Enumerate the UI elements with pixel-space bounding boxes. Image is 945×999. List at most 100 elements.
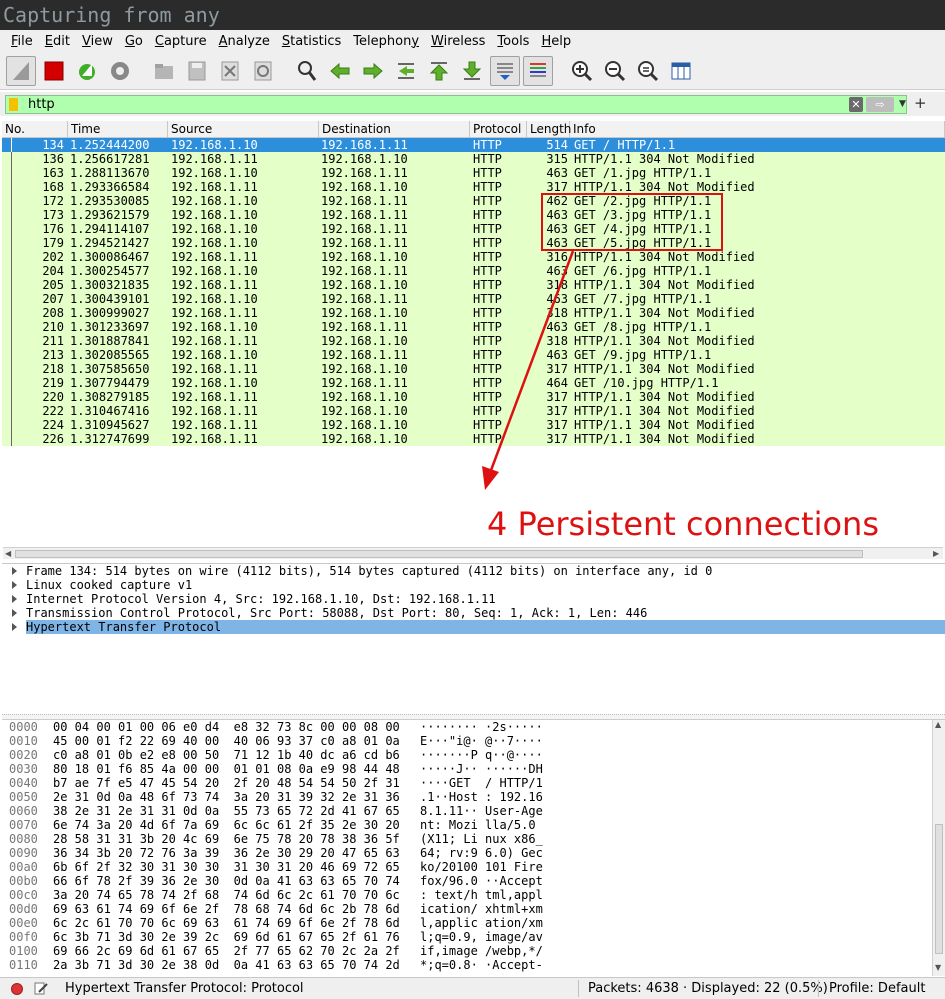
- menu-item[interactable]: Edit: [39, 34, 76, 49]
- close-file-icon[interactable]: [215, 56, 245, 86]
- column-header[interactable]: Source: [168, 121, 319, 138]
- go-to-packet-icon[interactable]: [391, 56, 421, 86]
- bytes-hex[interactable]: 66 6f 78 2f 39 36 2e 30 0d 0a 41 63 63 6…: [53, 874, 400, 888]
- bytes-off[interactable]: 00c0: [9, 888, 38, 902]
- open-file-icon[interactable]: [149, 56, 179, 86]
- scroll-left-icon[interactable]: ◀: [5, 549, 11, 558]
- zoom-in-icon[interactable]: [567, 56, 597, 86]
- menu-item[interactable]: Telephony: [347, 34, 425, 49]
- bytes-ascii[interactable]: ko/20100 101 Fire: [420, 860, 543, 874]
- bytes-off[interactable]: 00a0: [9, 860, 38, 874]
- bytes-ascii[interactable]: ·····J·· ······DH: [420, 762, 543, 776]
- auto-scroll-icon[interactable]: [490, 55, 520, 86]
- menu-item[interactable]: Statistics: [276, 34, 347, 49]
- menu-item[interactable]: Wireless: [425, 34, 491, 49]
- bytes-ascii[interactable]: ····GET / HTTP/1: [420, 776, 543, 790]
- bytes-off[interactable]: 00f0: [9, 930, 38, 944]
- bytes-off[interactable]: 0020: [9, 748, 38, 762]
- find-packet-icon[interactable]: [292, 56, 322, 86]
- bytes-vscrollbar[interactable]: ▲ ▼: [932, 720, 945, 976]
- scroll-up-icon[interactable]: ▲: [935, 720, 941, 729]
- bytes-off[interactable]: 0000: [9, 720, 38, 734]
- bytes-hex[interactable]: 38 2e 31 2e 31 31 0d 0a 55 73 65 72 2d 4…: [53, 804, 400, 818]
- expand-arrow-icon[interactable]: [12, 581, 17, 589]
- apply-filter-icon[interactable]: ⇨: [866, 97, 894, 112]
- column-header[interactable]: Time: [68, 121, 168, 138]
- go-last-icon[interactable]: [457, 56, 487, 86]
- bytes-ascii[interactable]: nt: Mozi lla/5.0: [420, 818, 543, 832]
- menu-item[interactable]: Go: [119, 34, 149, 49]
- bytes-hex[interactable]: 28 58 31 31 3b 20 4c 69 6e 75 78 20 78 3…: [53, 832, 400, 846]
- status-profile[interactable]: Profile: Default: [829, 981, 925, 996]
- bytes-hex[interactable]: c0 a8 01 0b e2 e8 00 50 71 12 1b 40 dc a…: [53, 748, 400, 762]
- bytes-ascii[interactable]: 8.1.11·· User-Age: [420, 804, 543, 818]
- bytes-hex[interactable]: 2e 31 0d 0a 48 6f 73 74 3a 20 31 39 32 2…: [53, 790, 400, 804]
- bytes-hex[interactable]: 3a 20 74 65 78 74 2f 68 74 6d 6c 2c 61 7…: [53, 888, 400, 902]
- bytes-off[interactable]: 0050: [9, 790, 38, 804]
- go-first-icon[interactable]: [424, 56, 454, 86]
- bytes-hex[interactable]: b7 ae 7f e5 47 45 54 20 2f 20 48 54 54 5…: [53, 776, 400, 790]
- column-header[interactable]: Info: [570, 121, 945, 138]
- colorize-icon[interactable]: [523, 55, 553, 86]
- bytes-ascii[interactable]: l,applic ation/xm: [420, 916, 543, 930]
- table-row[interactable]: 173 1.293621579 192.168.1.10 192.168.1.11 HT…: [2, 208, 945, 222]
- expand-arrow-icon[interactable]: [12, 567, 17, 575]
- capture-options-icon[interactable]: [105, 56, 135, 86]
- bytes-ascii[interactable]: : text/h tml,appl: [420, 888, 543, 902]
- bytes-ascii[interactable]: *;q=0.8· ·Accept-: [420, 958, 543, 972]
- bytes-hex[interactable]: 69 63 61 74 69 6f 6e 2f 78 68 74 6d 6c 2…: [53, 902, 400, 916]
- bytes-hex[interactable]: 69 66 2c 69 6d 61 67 65 2f 77 65 62 70 2…: [53, 944, 400, 958]
- detail-tree-item[interactable]: Linux cooked capture v1: [2, 578, 945, 592]
- hscroll-thumb[interactable]: [15, 550, 863, 558]
- table-row[interactable]: 163 1.288113670 192.168.1.10 192.168.1.11 HT…: [2, 166, 945, 180]
- bytes-off[interactable]: 0030: [9, 762, 38, 776]
- zoom-out-icon[interactable]: [600, 56, 630, 86]
- table-row[interactable]: 176 1.294114107 192.168.1.10 192.168.1.11 HT…: [2, 222, 945, 236]
- bytes-hex[interactable]: 80 18 01 f6 85 4a 00 00 01 01 08 0a e9 9…: [53, 762, 400, 776]
- menu-item[interactable]: View: [76, 34, 119, 49]
- table-row[interactable]: 168 1.293366584 192.168.1.11 192.168.1.10 HT…: [2, 180, 945, 194]
- column-header[interactable]: Destination: [319, 121, 470, 138]
- shark-fin-icon[interactable]: [6, 55, 36, 86]
- reload-file-icon[interactable]: [248, 56, 278, 86]
- table-row[interactable]: 172 1.293530085 192.168.1.10 192.168.1.11 HT…: [2, 194, 945, 208]
- bytes-ascii[interactable]: E···"i@· @··7····: [420, 734, 543, 748]
- bytes-hex[interactable]: 36 34 3b 20 72 76 3a 39 36 2e 30 29 20 4…: [53, 846, 400, 860]
- bytes-off[interactable]: 00d0: [9, 902, 38, 916]
- detail-tree-item[interactable]: Transmission Control Protocol, Src Port:…: [2, 606, 945, 620]
- menu-item[interactable]: Tools: [491, 34, 535, 49]
- go-forward-icon[interactable]: [358, 56, 388, 86]
- scroll-down-icon[interactable]: ▼: [935, 963, 941, 972]
- bytes-hex[interactable]: 6e 74 3a 20 4d 6f 7a 69 6c 6c 61 2f 35 2…: [53, 818, 400, 832]
- bytes-ascii[interactable]: ication/ xhtml+xm: [420, 902, 543, 916]
- column-header[interactable]: No.: [2, 121, 68, 138]
- packet-list-hscrollbar[interactable]: ◀ ▶: [3, 547, 943, 559]
- bytes-off[interactable]: 00e0: [9, 916, 38, 930]
- bytes-off[interactable]: 0070: [9, 818, 38, 832]
- menu-item[interactable]: Capture: [149, 34, 213, 49]
- column-header[interactable]: Protocol: [470, 121, 527, 138]
- bytes-hex[interactable]: 2a 3b 71 3d 30 2e 38 0d 0a 41 63 63 65 7…: [53, 958, 400, 972]
- bytes-ascii[interactable]: ········ ·2s·····: [420, 720, 543, 734]
- bytes-ascii[interactable]: if,image /webp,*/: [420, 944, 543, 958]
- bytes-hex[interactable]: 6c 2c 61 70 70 6c 69 63 61 74 69 6f 6e 2…: [53, 916, 400, 930]
- bytes-hex[interactable]: 45 00 01 f2 22 69 40 00 40 06 93 37 c0 a…: [53, 734, 400, 748]
- display-filter-input[interactable]: [28, 96, 828, 113]
- bytes-off[interactable]: 0060: [9, 804, 38, 818]
- bytes-off[interactable]: 00b0: [9, 874, 38, 888]
- detail-tree-item[interactable]: Internet Protocol Version 4, Src: 192.16…: [2, 592, 945, 606]
- bytes-hex[interactable]: 6b 6f 2f 32 30 31 30 30 31 30 31 20 46 6…: [53, 860, 400, 874]
- bytes-hex[interactable]: 00 04 00 01 00 06 e0 d4 e8 32 73 8c 00 0…: [53, 720, 400, 734]
- scroll-right-icon[interactable]: ▶: [933, 549, 939, 558]
- filter-history-dropdown-icon[interactable]: ▼: [899, 97, 907, 112]
- menu-item[interactable]: File: [5, 34, 39, 49]
- menu-item[interactable]: Analyze: [213, 34, 276, 49]
- save-file-icon[interactable]: [182, 56, 212, 86]
- go-back-icon[interactable]: [325, 56, 355, 86]
- bytes-ascii[interactable]: l;q=0.9, image/av: [420, 930, 543, 944]
- detail-tree-item[interactable]: Frame 134: 514 bytes on wire (4112 bits)…: [2, 564, 945, 578]
- table-row[interactable]: 136 1.256617281 192.168.1.11 192.168.1.10 HT…: [2, 152, 945, 166]
- display-filter-field[interactable]: ✕ ⇨ ▼: [5, 95, 907, 114]
- resize-columns-icon[interactable]: [666, 56, 696, 86]
- zoom-normal-icon[interactable]: [633, 56, 663, 86]
